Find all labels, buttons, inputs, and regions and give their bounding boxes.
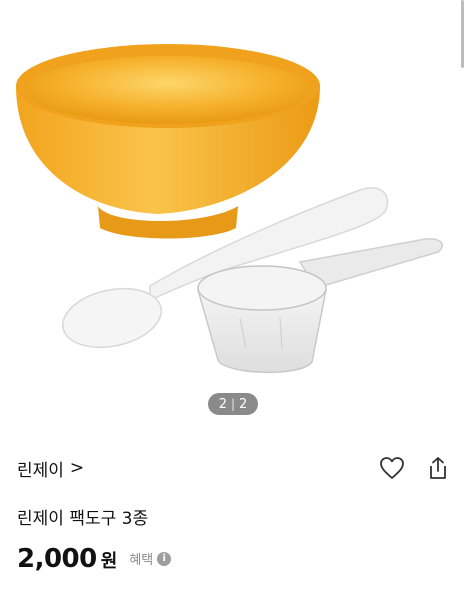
price-currency: 원 [100, 551, 118, 572]
wishlist-button[interactable] [379, 456, 405, 480]
brand-link[interactable]: 린제이 > [17, 456, 84, 481]
heart-icon [380, 457, 404, 479]
benefit-label: 혜택 [129, 553, 154, 568]
total-image-count: 2 [239, 396, 248, 412]
scroll-indicator[interactable] [461, 0, 464, 68]
share-button[interactable] [427, 456, 449, 480]
product-title: 린제이 팩도구 3종 [17, 509, 149, 529]
brand-row: 린제이 > [17, 452, 449, 484]
image-page-indicator: 2 | 2 [208, 393, 258, 415]
brand-name: 린제이 [17, 460, 64, 481]
benefit-link[interactable]: 혜택 i [129, 549, 172, 568]
info-icon: i [157, 551, 172, 566]
current-image-index: 2 [218, 396, 227, 412]
share-icon [430, 457, 446, 479]
chevron-right-icon: > [69, 458, 85, 478]
page-separator: | [230, 397, 236, 411]
price-row: 2,000 원 혜택 i [17, 544, 172, 574]
product-actions [379, 456, 449, 480]
product-photo [16, 44, 443, 374]
price-amount: 2,000 [17, 544, 97, 574]
product-image-carousel[interactable]: 2 | 2 [0, 0, 466, 425]
mixing-bowl [16, 44, 320, 239]
